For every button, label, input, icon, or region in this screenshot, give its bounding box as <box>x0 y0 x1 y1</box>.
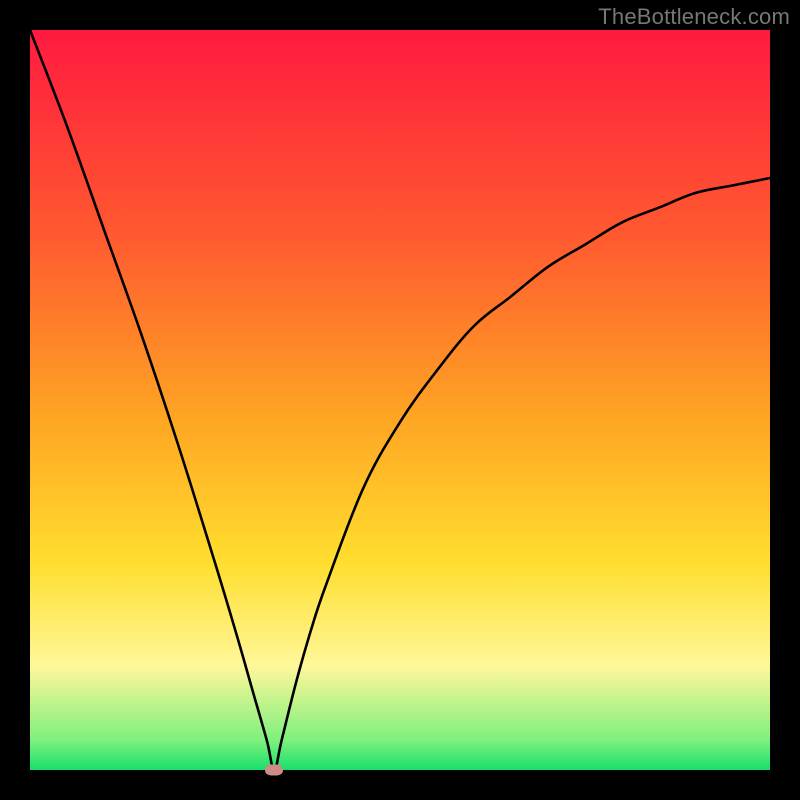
plot-area <box>30 30 770 770</box>
chart-frame: TheBottleneck.com <box>0 0 800 800</box>
bottleneck-curve <box>30 30 770 770</box>
watermark-text: TheBottleneck.com <box>598 4 790 30</box>
optimum-marker <box>265 765 283 776</box>
bottleneck-curve-svg <box>30 30 770 770</box>
